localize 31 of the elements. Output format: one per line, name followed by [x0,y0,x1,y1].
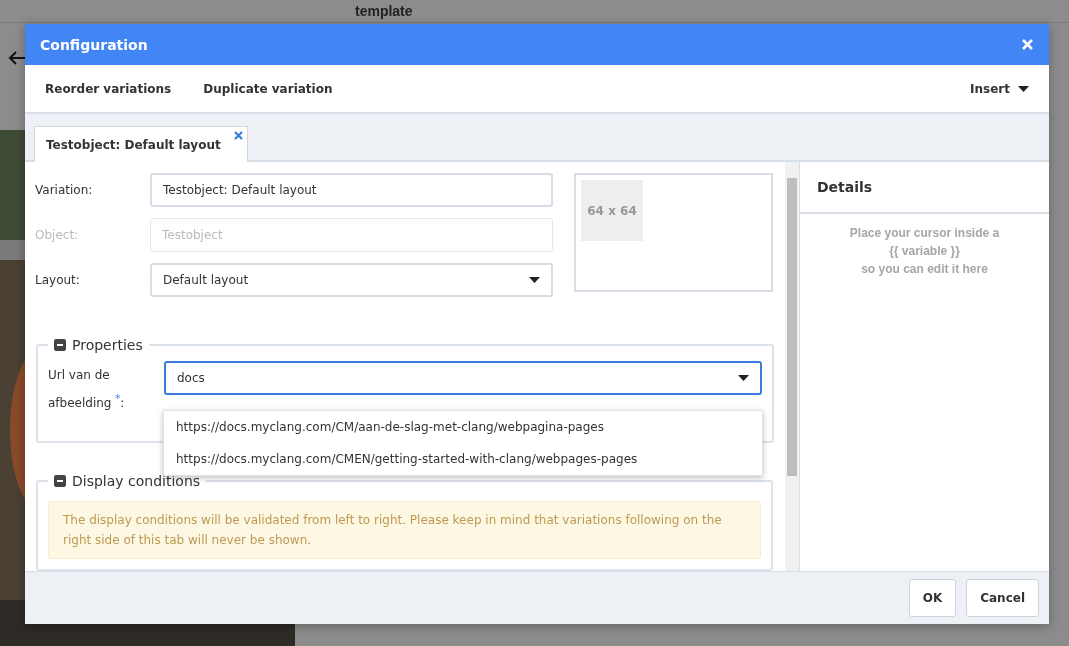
select-field[interactable]: Default layout [150,263,553,297]
details-title: Details [800,162,1049,214]
close-icon[interactable] [233,131,243,140]
tab[interactable]: Testobject: Default layout [34,126,248,162]
suggestion-item[interactable]: https://docs.myclang.com/CM/aan-de-slag-met-clang/webpagina-pages [164,411,762,443]
field-label: Object: [35,228,80,242]
caret-icon [529,277,540,283]
panel-title: Properties [72,337,143,353]
dialog-title: Configuration [40,36,148,53]
details-hint: Place your cursor inside a {{ variable }} so you can edit it here [848,225,1001,278]
ok-button[interactable]: OK [908,579,957,617]
scrollbar[interactable] [785,162,800,571]
collapse-icon[interactable] [54,339,66,351]
cancel-button[interactable]: Cancel [966,579,1039,617]
toolbar-button[interactable]: Duplicate variation [203,81,333,96]
image-size-label: 64 x 64 [587,203,637,218]
toolbar-button[interactable]: Reorder variations [45,81,172,96]
input-field[interactable]: Testobject: Default layout [150,173,553,207]
select-field[interactable]: docs [164,361,762,395]
notice-message: The display conditions will be validated from left to right. Please keep in mind that variations following on the right side of this tab will never be shown. [48,501,761,559]
field-label: Url van de afbeelding $^{*}$: [48,367,126,412]
caret-icon [1018,85,1029,92]
suggestion-item[interactable]: https://docs.myclang.com/CMEN/getting-started-with-clang/webpages-pages [164,443,762,475]
caret-icon [738,375,749,381]
field-label: Layout: [35,273,81,287]
panel-title: Display conditions [72,473,201,489]
toolbar-label: template [355,3,413,19]
insert-dropdown[interactable]: Insert [970,81,1029,96]
field-label: Variation: [35,183,94,197]
collapse-icon[interactable] [54,475,66,487]
back-arrow-icon[interactable] [8,51,26,65]
